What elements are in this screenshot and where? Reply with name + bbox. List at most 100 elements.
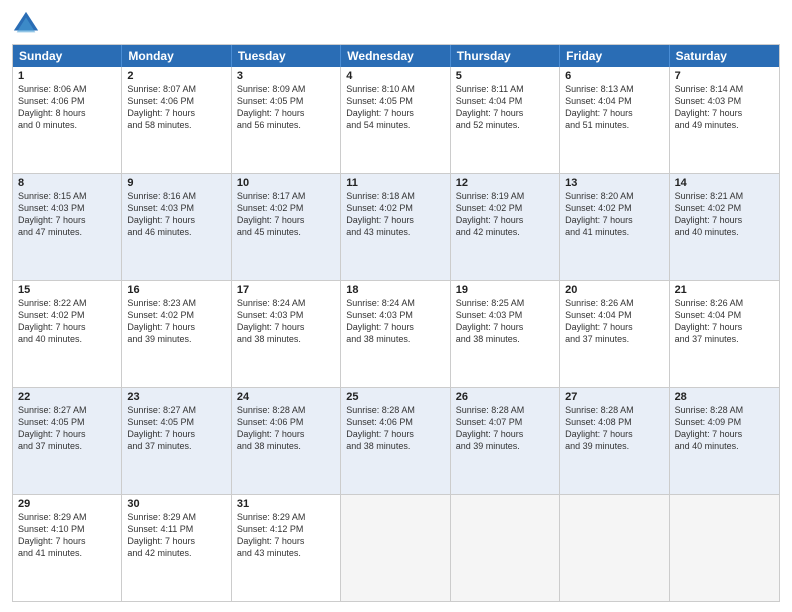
cell-line: Sunrise: 8:09 AM: [237, 83, 335, 95]
cell-line: Daylight: 7 hours: [127, 214, 225, 226]
cell-line: Sunrise: 8:27 AM: [18, 404, 116, 416]
day-number: 28: [675, 391, 774, 403]
cell-line: Sunrise: 8:29 AM: [127, 511, 225, 523]
cell-line: Daylight: 7 hours: [675, 428, 774, 440]
header-day-friday: Friday: [560, 45, 669, 67]
cell-line: Daylight: 7 hours: [127, 107, 225, 119]
day-number: 27: [565, 391, 663, 403]
day-number: 9: [127, 177, 225, 189]
cell-line: Daylight: 7 hours: [565, 321, 663, 333]
cell-line: and 40 minutes.: [675, 226, 774, 238]
cell-line: Daylight: 7 hours: [127, 428, 225, 440]
header-day-wednesday: Wednesday: [341, 45, 450, 67]
cell-line: Sunrise: 8:27 AM: [127, 404, 225, 416]
calendar-cell-12: 12Sunrise: 8:19 AMSunset: 4:02 PMDayligh…: [451, 174, 560, 280]
cell-line: and 38 minutes.: [237, 333, 335, 345]
day-number: 20: [565, 284, 663, 296]
cell-line: Sunset: 4:06 PM: [127, 95, 225, 107]
cell-line: Sunrise: 8:24 AM: [237, 297, 335, 309]
cell-line: Daylight: 7 hours: [18, 214, 116, 226]
calendar-cell-5: 5Sunrise: 8:11 AMSunset: 4:04 PMDaylight…: [451, 67, 560, 173]
cell-line: Sunrise: 8:07 AM: [127, 83, 225, 95]
day-number: 5: [456, 70, 554, 82]
cell-line: Daylight: 7 hours: [565, 214, 663, 226]
cell-line: Sunset: 4:08 PM: [565, 416, 663, 428]
calendar-cell-empty: [670, 495, 779, 601]
day-number: 25: [346, 391, 444, 403]
calendar-row-1: 1Sunrise: 8:06 AMSunset: 4:06 PMDaylight…: [13, 67, 779, 173]
cell-line: and 43 minutes.: [237, 547, 335, 559]
day-number: 14: [675, 177, 774, 189]
day-number: 12: [456, 177, 554, 189]
calendar-cell-4: 4Sunrise: 8:10 AMSunset: 4:05 PMDaylight…: [341, 67, 450, 173]
cell-line: Daylight: 7 hours: [237, 428, 335, 440]
cell-line: Daylight: 7 hours: [127, 321, 225, 333]
cell-line: Sunset: 4:03 PM: [675, 95, 774, 107]
cell-line: Sunrise: 8:24 AM: [346, 297, 444, 309]
cell-line: Sunrise: 8:16 AM: [127, 190, 225, 202]
cell-line: and 38 minutes.: [346, 440, 444, 452]
calendar-cell-empty: [560, 495, 669, 601]
cell-line: Sunset: 4:04 PM: [675, 309, 774, 321]
calendar-cell-16: 16Sunrise: 8:23 AMSunset: 4:02 PMDayligh…: [122, 281, 231, 387]
cell-line: Sunset: 4:05 PM: [127, 416, 225, 428]
cell-line: Daylight: 7 hours: [346, 428, 444, 440]
calendar-body: 1Sunrise: 8:06 AMSunset: 4:06 PMDaylight…: [13, 67, 779, 601]
calendar-cell-30: 30Sunrise: 8:29 AMSunset: 4:11 PMDayligh…: [122, 495, 231, 601]
cell-line: Daylight: 7 hours: [456, 321, 554, 333]
calendar-cell-27: 27Sunrise: 8:28 AMSunset: 4:08 PMDayligh…: [560, 388, 669, 494]
calendar-cell-22: 22Sunrise: 8:27 AMSunset: 4:05 PMDayligh…: [13, 388, 122, 494]
cell-line: Sunset: 4:06 PM: [346, 416, 444, 428]
cell-line: and 39 minutes.: [565, 440, 663, 452]
cell-line: and 46 minutes.: [127, 226, 225, 238]
calendar-cell-17: 17Sunrise: 8:24 AMSunset: 4:03 PMDayligh…: [232, 281, 341, 387]
header-day-monday: Monday: [122, 45, 231, 67]
day-number: 13: [565, 177, 663, 189]
cell-line: Sunset: 4:05 PM: [237, 95, 335, 107]
calendar-cell-2: 2Sunrise: 8:07 AMSunset: 4:06 PMDaylight…: [122, 67, 231, 173]
calendar-cell-7: 7Sunrise: 8:14 AMSunset: 4:03 PMDaylight…: [670, 67, 779, 173]
calendar-cell-15: 15Sunrise: 8:22 AMSunset: 4:02 PMDayligh…: [13, 281, 122, 387]
cell-line: and 39 minutes.: [127, 333, 225, 345]
day-number: 19: [456, 284, 554, 296]
cell-line: Daylight: 7 hours: [675, 214, 774, 226]
cell-line: Daylight: 7 hours: [18, 535, 116, 547]
cell-line: Sunrise: 8:28 AM: [237, 404, 335, 416]
day-number: 4: [346, 70, 444, 82]
day-number: 16: [127, 284, 225, 296]
day-number: 1: [18, 70, 116, 82]
day-number: 7: [675, 70, 774, 82]
day-number: 26: [456, 391, 554, 403]
calendar-cell-10: 10Sunrise: 8:17 AMSunset: 4:02 PMDayligh…: [232, 174, 341, 280]
cell-line: Sunset: 4:02 PM: [675, 202, 774, 214]
day-number: 21: [675, 284, 774, 296]
day-number: 22: [18, 391, 116, 403]
cell-line: Daylight: 7 hours: [565, 428, 663, 440]
cell-line: Daylight: 7 hours: [456, 107, 554, 119]
cell-line: and 47 minutes.: [18, 226, 116, 238]
calendar-cell-11: 11Sunrise: 8:18 AMSunset: 4:02 PMDayligh…: [341, 174, 450, 280]
cell-line: Daylight: 7 hours: [346, 107, 444, 119]
calendar-cell-empty: [451, 495, 560, 601]
cell-line: Sunset: 4:12 PM: [237, 523, 335, 535]
cell-line: and 49 minutes.: [675, 119, 774, 131]
calendar-cell-empty: [341, 495, 450, 601]
cell-line: Sunset: 4:02 PM: [237, 202, 335, 214]
cell-line: Sunset: 4:04 PM: [565, 95, 663, 107]
cell-line: Sunrise: 8:18 AM: [346, 190, 444, 202]
cell-line: Sunset: 4:03 PM: [237, 309, 335, 321]
header-day-tuesday: Tuesday: [232, 45, 341, 67]
day-number: 3: [237, 70, 335, 82]
calendar-cell-6: 6Sunrise: 8:13 AMSunset: 4:04 PMDaylight…: [560, 67, 669, 173]
day-number: 29: [18, 498, 116, 510]
calendar-header: SundayMondayTuesdayWednesdayThursdayFrid…: [13, 45, 779, 67]
cell-line: Sunset: 4:06 PM: [237, 416, 335, 428]
cell-line: Sunrise: 8:11 AM: [456, 83, 554, 95]
cell-line: Sunset: 4:09 PM: [675, 416, 774, 428]
calendar-cell-18: 18Sunrise: 8:24 AMSunset: 4:03 PMDayligh…: [341, 281, 450, 387]
calendar-cell-8: 8Sunrise: 8:15 AMSunset: 4:03 PMDaylight…: [13, 174, 122, 280]
day-number: 10: [237, 177, 335, 189]
day-number: 6: [565, 70, 663, 82]
calendar-cell-24: 24Sunrise: 8:28 AMSunset: 4:06 PMDayligh…: [232, 388, 341, 494]
cell-line: Daylight: 7 hours: [565, 107, 663, 119]
